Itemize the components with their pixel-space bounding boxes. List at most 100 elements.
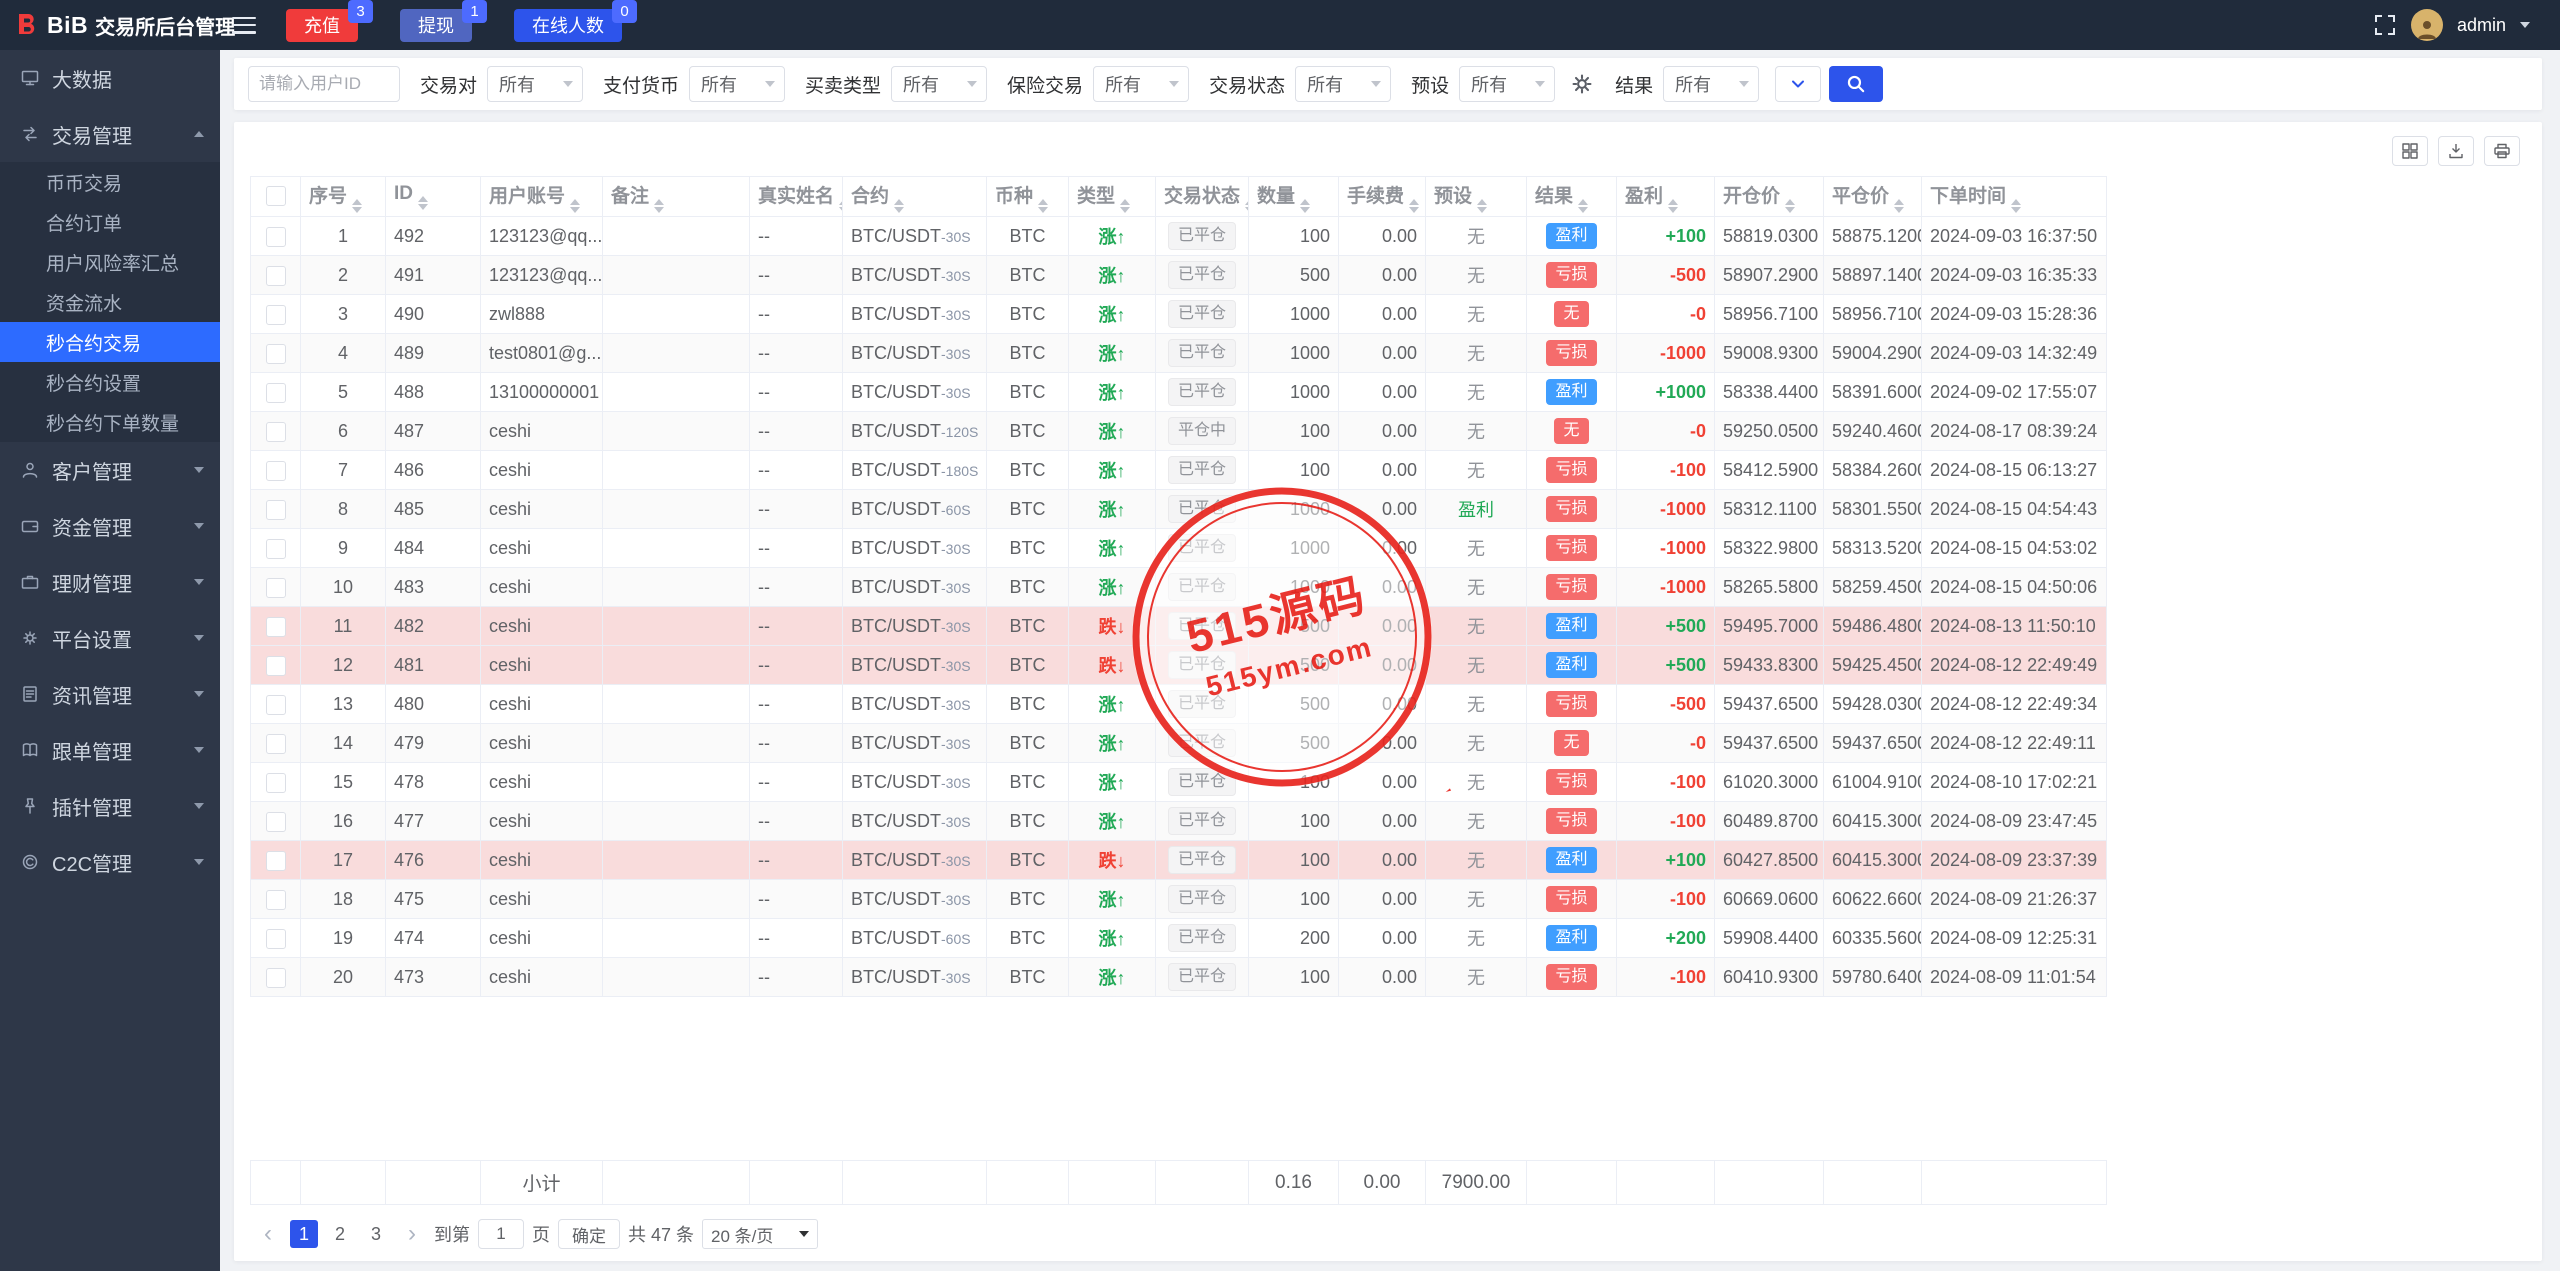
column-header-open[interactable]: 开仓价 [1714, 176, 1824, 217]
sidebar-subitem[interactable]: 用户风险率汇总 [0, 242, 220, 282]
sidebar-item[interactable]: 大数据 [0, 50, 220, 106]
logo[interactable]: BiB 交易所后台管理 [0, 11, 235, 40]
row-checkbox[interactable] [265, 889, 286, 910]
sort-caret-icon[interactable] [654, 198, 665, 213]
sort-caret-icon[interactable] [1120, 198, 1131, 213]
row-checkbox[interactable] [265, 460, 286, 481]
collapse-sidebar-icon[interactable] [232, 16, 256, 34]
column-header-trend[interactable]: 类型 [1068, 176, 1156, 217]
sidebar-item[interactable]: 跟单管理 [0, 722, 220, 778]
sidebar-item[interactable]: 平台设置 [0, 610, 220, 666]
row-checkbox[interactable] [265, 694, 286, 715]
prev-page-button[interactable]: ‹ [254, 1220, 282, 1248]
sort-caret-icon[interactable] [1477, 198, 1488, 213]
row-checkbox[interactable] [265, 265, 286, 286]
sort-caret-icon[interactable] [1038, 198, 1049, 213]
column-header-coin[interactable]: 币种 [986, 176, 1069, 217]
row-checkbox[interactable] [265, 382, 286, 403]
sort-caret-icon[interactable] [1300, 198, 1311, 213]
sidebar-item[interactable]: C2C管理 [0, 834, 220, 890]
select-all-checkbox[interactable] [265, 186, 286, 207]
sort-caret-icon[interactable] [1894, 198, 1905, 213]
sort-caret-icon[interactable] [570, 198, 581, 213]
row-checkbox[interactable] [265, 421, 286, 442]
sidebar-subitem[interactable]: 秒合约设置 [0, 362, 220, 402]
withdraw-button[interactable]: 提现 1 [400, 0, 487, 42]
row-checkbox[interactable] [265, 538, 286, 559]
row-checkbox[interactable] [265, 499, 286, 520]
sort-caret-icon[interactable] [2011, 198, 2022, 213]
column-header-preset[interactable]: 预设 [1425, 176, 1527, 217]
page-button-2[interactable]: 2 [326, 1220, 354, 1248]
sort-caret-icon[interactable] [418, 196, 428, 210]
dropdown-toggle-button[interactable] [1775, 66, 1822, 102]
sort-caret-icon[interactable] [1409, 198, 1420, 213]
row-checkbox[interactable] [265, 304, 286, 325]
print-button[interactable] [2484, 136, 2520, 166]
column-header-qty[interactable]: 数量 [1248, 176, 1339, 217]
column-header-remark[interactable]: 备注 [602, 176, 750, 217]
column-header-fee[interactable]: 手续费 [1338, 176, 1426, 217]
column-header-account[interactable]: 用户账号 [480, 176, 603, 217]
column-header-realname[interactable]: 真实姓名 [749, 176, 843, 217]
sidebar-item[interactable]: 理财管理 [0, 554, 220, 610]
recharge-button[interactable]: 充值 3 [286, 0, 373, 42]
page-size-select[interactable]: 20 条/页 [702, 1219, 819, 1249]
user-id-input[interactable] [248, 66, 400, 102]
filter-select-1[interactable]: 所有 [689, 66, 786, 102]
sidebar-subitem[interactable]: 币币交易 [0, 162, 220, 202]
column-header-idx[interactable]: 序号 [300, 176, 386, 217]
row-checkbox[interactable] [265, 655, 286, 676]
column-header-id[interactable]: ID [385, 176, 481, 217]
filter-select-0[interactable]: 所有 [487, 66, 584, 102]
sidebar-subitem[interactable]: 资金流水 [0, 282, 220, 322]
column-header-contract[interactable]: 合约 [842, 176, 987, 217]
row-checkbox[interactable] [265, 928, 286, 949]
user-name[interactable]: admin [2457, 15, 2506, 36]
filter-select-5[interactable]: 所有 [1459, 66, 1556, 102]
row-checkbox[interactable] [265, 733, 286, 754]
sidebar-subitem[interactable]: 秒合约下单数量 [0, 402, 220, 442]
filter-select-6[interactable]: 所有 [1663, 66, 1760, 102]
export-button[interactable] [2438, 136, 2474, 166]
page-button-1[interactable]: 1 [290, 1220, 318, 1248]
row-checkbox[interactable] [265, 616, 286, 637]
confirm-button[interactable]: 确定 [558, 1219, 620, 1249]
sidebar-subitem[interactable]: 秒合约交易 [0, 322, 220, 362]
search-button[interactable] [1829, 66, 1884, 102]
sidebar-item[interactable]: 客户管理 [0, 442, 220, 498]
sidebar-item[interactable]: 交易管理 [0, 106, 220, 162]
sort-caret-icon[interactable] [1785, 198, 1796, 213]
avatar[interactable] [2410, 9, 2443, 41]
sort-caret-icon[interactable] [1245, 198, 1248, 213]
settings-gear-icon[interactable] [1569, 71, 1595, 97]
sidebar-subitem[interactable]: 合约订单 [0, 202, 220, 242]
sort-caret-icon[interactable] [1578, 198, 1589, 213]
filter-select-3[interactable]: 所有 [1093, 66, 1190, 102]
filter-select-2[interactable]: 所有 [891, 66, 988, 102]
column-header-result[interactable]: 结果 [1526, 176, 1617, 217]
row-checkbox[interactable] [265, 772, 286, 793]
online-users-button[interactable]: 在线人数 0 [514, 0, 637, 42]
row-checkbox[interactable] [265, 850, 286, 871]
sidebar-item[interactable]: 资金管理 [0, 498, 220, 554]
goto-page-input[interactable] [478, 1219, 524, 1249]
fullscreen-icon[interactable] [2373, 13, 2397, 37]
row-checkbox[interactable] [265, 967, 286, 988]
column-display-button[interactable] [2392, 136, 2428, 166]
chevron-down-icon[interactable] [2520, 22, 2530, 28]
sort-caret-icon[interactable] [1668, 198, 1679, 213]
column-header-close[interactable]: 平仓价 [1823, 176, 1922, 217]
sort-caret-icon[interactable] [839, 198, 842, 213]
sidebar-item[interactable]: 插针管理 [0, 778, 220, 834]
column-header-status[interactable]: 交易状态 [1155, 176, 1249, 217]
sort-caret-icon[interactable] [894, 198, 905, 213]
next-page-button[interactable]: › [398, 1220, 426, 1248]
sidebar-item[interactable]: 资讯管理 [0, 666, 220, 722]
page-button-3[interactable]: 3 [362, 1220, 390, 1248]
row-checkbox[interactable] [265, 226, 286, 247]
column-header-profit[interactable]: 盈利 [1616, 176, 1715, 217]
row-checkbox[interactable] [265, 577, 286, 598]
sort-caret-icon[interactable] [352, 198, 363, 213]
filter-select-4[interactable]: 所有 [1295, 66, 1392, 102]
